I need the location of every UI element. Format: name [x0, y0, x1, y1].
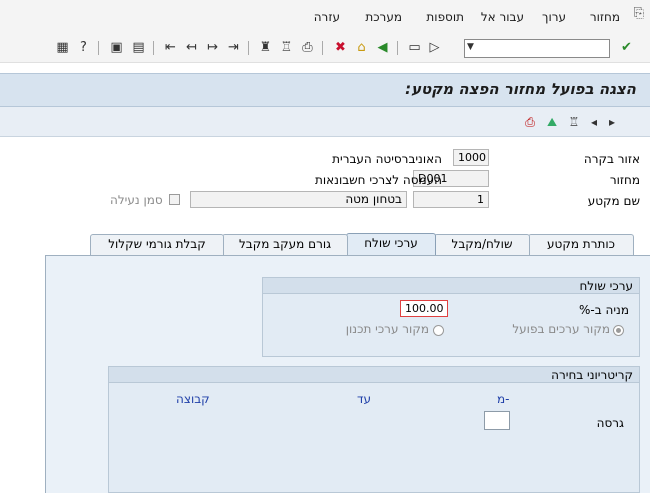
controlling-area-field: 1000 [453, 149, 489, 166]
menu-extras[interactable]: תוספות [426, 10, 464, 24]
page-title: הצגה בפועל מחזור הפצה מקטע: [405, 80, 636, 98]
exit-icon[interactable]: ⌂ [353, 39, 370, 56]
actual-values-source-label: מקור ערכים בפועל [512, 322, 610, 336]
column-to: עד [357, 392, 372, 406]
standard-toolbar: ▦ ? ▣ ▤ ⇤ ↤ ↦ ⇥ ♜ ♖ ⎙ ✖ ⌂ ◀ ▭ ▷ ▼ ✔ [0, 33, 650, 63]
toolbar-separator [98, 41, 99, 55]
controlling-area-description: האוניברסיטה העברית [332, 152, 442, 166]
exit-icon[interactable]: ⎘ [634, 6, 644, 21]
menu-edit[interactable]: ערוך [542, 10, 566, 24]
version-field[interactable] [484, 411, 510, 430]
expand-toolbar-icon[interactable]: ▷ [426, 39, 443, 56]
print-icon[interactable]: ⎙ [299, 39, 316, 56]
lock-indicator-label: סמן נעילה [110, 193, 163, 207]
menu-help[interactable]: עזרה [314, 10, 340, 24]
generate-shortcut-icon[interactable]: ▤ [130, 39, 147, 56]
sender-values-heading: ערכי שולח [263, 278, 639, 294]
tab-segment-header[interactable]: כותרת מקטע [528, 234, 634, 255]
customize-layout-icon[interactable]: ▦ [54, 39, 71, 56]
column-from: מ- [497, 392, 510, 406]
controlling-area-label: אזור בקרה [583, 152, 640, 166]
save-icon[interactable]: ▭ [406, 39, 423, 56]
segment-name-label: שם מקטע [587, 194, 640, 208]
sender-values-group: ערכי שולח [262, 277, 640, 357]
tab-receiver-tracing-factor[interactable]: גורם מעקב מקבל [222, 234, 348, 255]
help-icon[interactable]: ? [75, 39, 92, 56]
cycle-description: העמסה לצרכי חשבונאות [314, 173, 442, 187]
first-page-icon[interactable]: ⇥ [225, 39, 242, 56]
next-page-icon[interactable]: ↤ [183, 39, 200, 56]
previous-page-icon[interactable]: ↦ [204, 39, 221, 56]
toolbar-separator [248, 41, 249, 55]
next-segment-icon[interactable]: ▸ [604, 114, 620, 130]
find-icon[interactable]: ♖ [566, 114, 582, 130]
menu-bar: ⎘ מחזור ערוך עבור אל תוספות מערכת עזרה [0, 0, 650, 33]
cycle-label: מחזור [609, 173, 640, 187]
toolbar-separator [397, 41, 398, 55]
find-icon[interactable]: ♖ [278, 39, 295, 56]
tab-sender-values[interactable]: ערכי שולח [346, 233, 436, 256]
column-group: קבוצה [176, 392, 210, 406]
toolbar-separator [322, 41, 323, 55]
toolbar-separator [153, 41, 154, 55]
menu-goto[interactable]: עבור אל [481, 10, 524, 24]
plan-values-source-label: מקור ערכי תכנון [345, 322, 429, 336]
selection-criteria-group: קריטריוני בחירה [108, 366, 640, 493]
segment-name-field: 1 [413, 191, 489, 208]
selection-criteria-heading: קריטריוני בחירה [109, 367, 639, 383]
tab-sender-receiver[interactable]: שולח/מקבל [434, 234, 530, 255]
cancel-icon[interactable]: ✖ [332, 39, 349, 56]
share-percent-field[interactable]: 100.00 [400, 300, 448, 317]
lock-indicator-checkbox[interactable] [169, 194, 180, 205]
version-label: גרסה [596, 416, 624, 430]
back-icon[interactable]: ◀ [374, 39, 391, 56]
previous-segment-icon[interactable]: ◂ [586, 114, 602, 130]
last-page-icon[interactable]: ⇤ [162, 39, 179, 56]
menu-system[interactable]: מערכת [365, 10, 402, 24]
tab-receiver-weighting-factors[interactable]: קבלת גורמי שקלול [90, 234, 224, 255]
plan-values-source-radio[interactable] [433, 325, 444, 336]
title-bar: הצגה בפועל מחזור הפצה מקטע: [0, 73, 650, 107]
find-next-icon[interactable]: ♜ [257, 39, 274, 56]
create-session-icon[interactable]: ▣ [108, 39, 125, 56]
segment-description-field: בטחון מטה [190, 191, 407, 208]
command-field[interactable]: ▼ [464, 39, 610, 58]
application-toolbar: ⎙ ⛰ ♖ ◂ ▸ [0, 107, 650, 137]
chevron-down-icon[interactable]: ▼ [467, 42, 474, 52]
menu-return[interactable]: מחזור [590, 10, 620, 24]
share-percent-label: מניה ב-% [579, 303, 629, 317]
actual-values-source-radio[interactable] [613, 325, 624, 336]
enter-check-icon[interactable]: ✔ [618, 39, 635, 56]
overview-icon[interactable]: ⛰ [544, 114, 560, 130]
print-icon[interactable]: ⎙ [522, 114, 538, 130]
